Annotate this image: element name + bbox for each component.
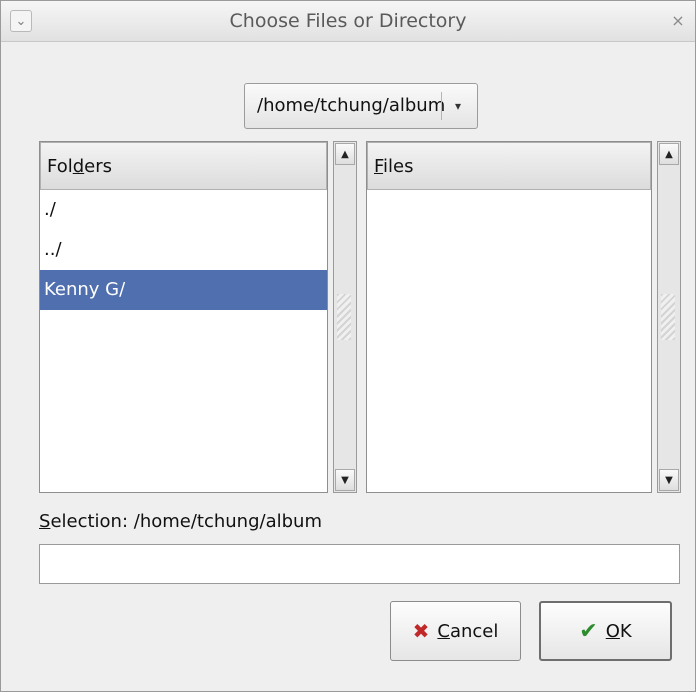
folders-header-post: ers bbox=[84, 156, 113, 177]
ok-button[interactable]: ✔ OK bbox=[539, 601, 672, 661]
files-scroll-thumb[interactable] bbox=[661, 294, 675, 340]
directory-path-value: /home/tchung/album bbox=[257, 95, 446, 116]
directory-path-dropdown[interactable]: /home/tchung/album ▾ bbox=[244, 83, 478, 129]
dropdown-separator bbox=[441, 92, 442, 120]
arrow-up-icon: ▲ bbox=[665, 148, 673, 160]
selection-input[interactable] bbox=[39, 544, 680, 584]
ok-label-rest: K bbox=[619, 620, 632, 642]
cancel-button[interactable]: ✖ Cancel bbox=[390, 601, 521, 661]
selection-label-accel: S bbox=[39, 511, 51, 532]
files-scroll-down-button[interactable]: ▼ bbox=[659, 469, 679, 491]
arrow-down-icon: ▼ bbox=[341, 474, 349, 486]
selection-label: Selection: /home/tchung/album bbox=[39, 509, 322, 535]
folders-list[interactable]: Folders ./ ../ Kenny G/ bbox=[39, 141, 328, 493]
arrow-up-icon: ▲ bbox=[341, 148, 349, 160]
selection-label-rest: election: /home/tchung/album bbox=[50, 511, 322, 532]
folder-item-kenny-g[interactable]: Kenny G/ bbox=[40, 270, 327, 310]
files-header-accel: F bbox=[374, 156, 384, 177]
ok-label-accel: O bbox=[605, 620, 620, 642]
title-bar: ⌄ Choose Files or Directory × bbox=[1, 1, 695, 42]
files-scroll-up-button[interactable]: ▲ bbox=[659, 143, 679, 165]
file-chooser-dialog: ⌄ Choose Files or Directory × /home/tchu… bbox=[0, 0, 696, 692]
files-header-post: iles bbox=[383, 156, 414, 177]
cancel-label-rest: ancel bbox=[449, 620, 499, 642]
cancel-button-label: Cancel bbox=[437, 621, 498, 642]
window-title: Choose Files or Directory bbox=[229, 10, 467, 32]
arrow-down-icon: ▼ bbox=[665, 474, 673, 486]
folder-item-parent[interactable]: ../ bbox=[40, 230, 327, 270]
files-scrollbar[interactable]: ▲ ▼ bbox=[657, 141, 681, 493]
folders-scrollbar[interactable]: ▲ ▼ bbox=[333, 141, 357, 493]
folders-header-accel: d bbox=[72, 156, 85, 177]
cancel-label-accel: C bbox=[437, 620, 450, 642]
dropdown-arrow-icon: ▾ bbox=[454, 99, 462, 113]
close-button[interactable]: × bbox=[668, 10, 688, 30]
checkmark-icon: ✔ bbox=[579, 618, 598, 644]
files-list[interactable]: Files bbox=[366, 141, 652, 493]
close-icon: × bbox=[671, 10, 685, 30]
folders-scroll-up-button[interactable]: ▲ bbox=[335, 143, 355, 165]
cancel-icon: ✖ bbox=[412, 619, 430, 643]
folders-column-header[interactable]: Folders bbox=[40, 142, 327, 190]
ok-button-label: OK bbox=[606, 621, 632, 642]
folders-scroll-down-button[interactable]: ▼ bbox=[335, 469, 355, 491]
folder-item-current[interactable]: ./ bbox=[40, 190, 327, 230]
files-column-header[interactable]: Files bbox=[367, 142, 651, 190]
folders-header-pre: Fol bbox=[47, 156, 73, 177]
folders-scroll-thumb[interactable] bbox=[337, 294, 351, 340]
